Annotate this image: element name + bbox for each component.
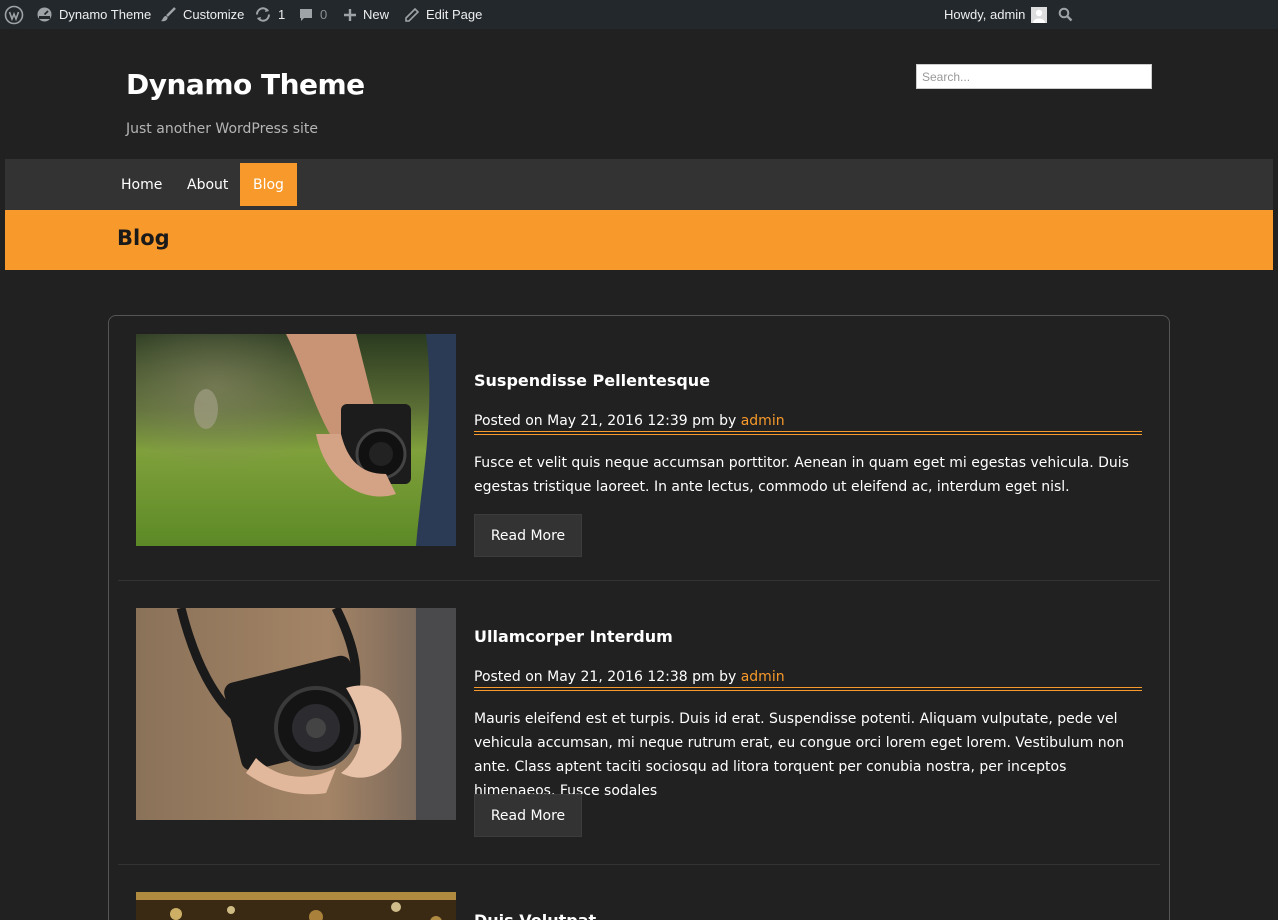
adminbar-updates[interactable]: 1 <box>254 0 285 29</box>
site-title[interactable]: Dynamo Theme <box>126 68 365 101</box>
adminbar-comments-count: 0 <box>320 7 328 22</box>
site-description: Just another WordPress site <box>126 121 319 137</box>
post-thumbnail-city-lights[interactable] <box>136 892 456 920</box>
post-divider <box>118 580 1160 581</box>
wordpress-logo-icon[interactable] <box>4 0 24 29</box>
post-meta: Posted on May 21, 2016 12:39 pm by admin <box>474 413 1142 429</box>
read-more-button[interactable]: Read More <box>474 514 582 557</box>
dashboard-icon <box>37 7 52 22</box>
nav-item-home[interactable]: Home <box>121 163 162 206</box>
post-thumbnail-camera-strap[interactable] <box>136 608 456 820</box>
post-excerpt: Fusce et velit quis neque accumsan portt… <box>474 455 1129 495</box>
adminbar-edit-page[interactable]: Edit Page <box>404 0 482 29</box>
post-date: Posted on May 21, 2016 12:38 pm by <box>474 669 741 685</box>
comment-bubble-icon <box>300 8 312 21</box>
post-author-link[interactable]: admin <box>741 669 785 685</box>
posts-container: Suspendisse Pellentesque Posted on May 2… <box>108 315 1170 920</box>
search-icon <box>1058 7 1073 22</box>
post-title[interactable]: Duis Volutpat <box>474 911 596 920</box>
user-silhouette-icon <box>1033 9 1046 23</box>
adminbar-comments[interactable]: 0 <box>298 0 327 29</box>
page-title-bar: Blog <box>5 210 1273 270</box>
paintbrush-icon <box>161 7 176 22</box>
adminbar-edit-page-label: Edit Page <box>426 7 483 22</box>
post-item: Suspendisse Pellentesque Posted on May 2… <box>109 334 1169 580</box>
meta-divider <box>474 687 1142 691</box>
read-more-button[interactable]: Read More <box>474 794 582 837</box>
adminbar-howdy: Howdy, admin <box>944 7 1026 22</box>
post-date: Posted on May 21, 2016 12:39 pm by <box>474 413 741 429</box>
post-item: Duis Volutpat <box>109 892 1169 920</box>
adminbar-site-link[interactable]: Dynamo Theme <box>36 0 151 29</box>
search-input[interactable] <box>916 64 1152 89</box>
adminbar-search[interactable] <box>1058 0 1073 29</box>
post-thumbnail-camera-hand[interactable] <box>136 334 456 546</box>
post-item: Ullamcorper Interdum Posted on May 21, 2… <box>109 608 1169 864</box>
post-title[interactable]: Ullamcorper Interdum <box>474 627 673 646</box>
admin-bar: Dynamo Theme Customize 1 0 New Edit Page… <box>0 0 1278 29</box>
main-navigation: Home About Blog <box>5 159 1273 210</box>
post-meta: Posted on May 21, 2016 12:38 pm by admin <box>474 669 1142 685</box>
plus-icon <box>344 8 356 21</box>
adminbar-new-label: New <box>363 7 390 22</box>
adminbar-updates-count: 1 <box>278 7 286 22</box>
post-excerpt: Mauris eleifend est et turpis. Duis id e… <box>474 711 1125 799</box>
updates-icon <box>255 7 271 22</box>
meta-divider <box>474 431 1142 435</box>
adminbar-customize[interactable]: Customize <box>160 0 244 29</box>
nav-item-blog[interactable]: Blog <box>240 163 297 206</box>
nav-item-about[interactable]: About <box>187 163 228 206</box>
adminbar-site-name: Dynamo Theme <box>59 7 152 22</box>
post-divider <box>118 864 1160 865</box>
pencil-icon <box>405 7 420 22</box>
adminbar-new[interactable]: New <box>343 0 389 29</box>
adminbar-my-account[interactable]: Howdy, admin <box>944 0 1048 29</box>
post-title[interactable]: Suspendisse Pellentesque <box>474 371 710 390</box>
post-author-link[interactable]: admin <box>741 413 785 429</box>
page-title: Blog <box>117 226 170 250</box>
avatar <box>1031 6 1048 23</box>
adminbar-customize-label: Customize <box>183 7 245 22</box>
